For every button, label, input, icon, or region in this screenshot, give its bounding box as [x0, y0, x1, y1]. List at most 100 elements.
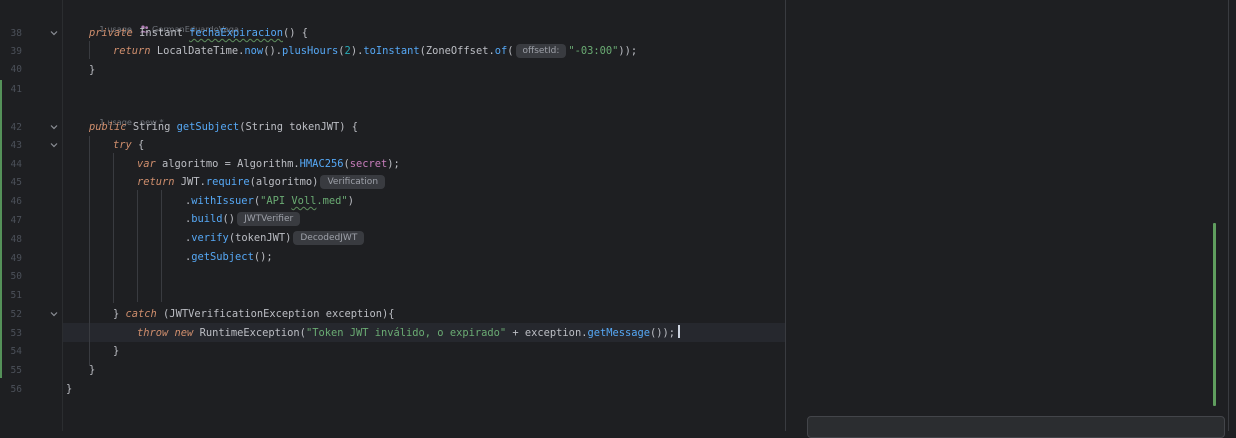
indent-guide	[137, 190, 138, 302]
editor-divider	[1228, 0, 1229, 431]
keyword: new	[174, 327, 194, 339]
code-text: (	[507, 45, 514, 57]
code-editor[interactable]: 38 39 40 41 42 43 44 45 46 47 48 49 50 5…	[0, 0, 1236, 438]
type-hint: DecodedJWT	[293, 231, 365, 245]
fold-chevron-icon[interactable]	[49, 309, 59, 319]
keyword: private	[89, 27, 133, 39]
line-number: 46	[10, 196, 22, 207]
popup-panel[interactable]	[807, 416, 1225, 438]
line-number: 48	[10, 234, 22, 245]
code-line-56[interactable]: }	[66, 380, 72, 398]
string-literal: "API	[260, 195, 292, 207]
code-text: + exception.	[506, 327, 588, 339]
code-line-53[interactable]: throw new RuntimeException("Token JWT in…	[137, 324, 681, 342]
code-line-48[interactable]: .verify(tokenJWT) DecodedJWT	[185, 229, 366, 247]
code-line-52[interactable]: } catch (JWTVerificationException except…	[113, 305, 395, 323]
line-number: 39	[10, 46, 22, 57]
scrollbar-change-marker[interactable]	[1213, 223, 1216, 406]
fold-chevron-icon[interactable]	[49, 28, 59, 38]
code-line-39[interactable]: return LocalDateTime.now().plusHours(2).…	[113, 42, 637, 60]
code-line-45[interactable]: return JWT.require(algoritmo) Verificatio…	[137, 173, 387, 191]
line-number: 45	[10, 177, 22, 188]
fold-chevron-icon[interactable]	[49, 140, 59, 150]
code-text: JWT.	[174, 176, 206, 188]
method-name: getSubject	[176, 121, 240, 133]
keyword: return	[137, 176, 175, 188]
keyword: throw	[137, 327, 169, 339]
code-text: (tokenJWT)	[228, 232, 292, 244]
code-text: algoritmo = Algorithm.	[155, 158, 300, 170]
line-number: 49	[10, 253, 22, 264]
keyword: try	[113, 139, 132, 151]
method-call: HMAC256	[299, 158, 344, 170]
keyword: public	[89, 121, 127, 133]
field-reference: secret	[349, 158, 388, 170]
code-line-55[interactable]: }	[89, 361, 95, 379]
code-text: );	[387, 158, 400, 170]
line-number: 50	[10, 271, 22, 282]
code-line-47[interactable]: .build() JWTVerifier	[185, 210, 302, 228]
line-number: 53	[10, 328, 22, 339]
type-hint: JWTVerifier	[237, 212, 301, 226]
type-hint: Verification	[320, 175, 386, 189]
method-name: fechaExpiracion	[189, 27, 283, 39]
code-text: (String tokenJWT) {	[239, 121, 359, 133]
line-number: 55	[10, 365, 22, 376]
code-text: RuntimeException(	[193, 327, 306, 339]
type-name: Instant	[139, 27, 183, 39]
line-number: 56	[10, 384, 22, 395]
string-literal: "-03:00"	[568, 45, 619, 57]
line-number: 41	[10, 84, 22, 95]
code-line-44[interactable]: var algoritmo = Algorithm.HMAC256(secret…	[137, 155, 400, 173]
line-number: 42	[10, 122, 22, 133]
code-text: ()	[222, 213, 236, 225]
fold-chevron-icon[interactable]	[49, 122, 59, 132]
code-line-43[interactable]: try {	[113, 136, 144, 154]
method-call: getMessage	[587, 327, 651, 339]
method-call: plusHours	[281, 45, 339, 57]
line-number: 52	[10, 309, 22, 320]
line-number: 40	[10, 64, 22, 75]
type-name: String	[132, 121, 171, 133]
line-number: 38	[10, 28, 22, 39]
code-line-42[interactable]: public String getSubject(String tokenJWT…	[89, 118, 358, 136]
line-number: 47	[10, 215, 22, 226]
string-literal: .med"	[316, 195, 348, 207]
method-call: now	[244, 45, 264, 57]
code-text: LocalDateTime.	[156, 45, 245, 57]
method-call: getSubject	[191, 251, 254, 263]
code-text: ).	[350, 45, 364, 57]
code-text: )	[347, 195, 354, 207]
code-text: }	[113, 308, 126, 320]
code-line-38[interactable]: private Instant fechaExpiracion() {	[89, 24, 308, 42]
line-number: 54	[10, 346, 22, 357]
code-vision-hint[interactable]: 1 usage new *	[89, 101, 163, 127]
code-text: {	[131, 139, 145, 151]
right-margin-guide	[785, 0, 786, 431]
code-text: (algoritmo)	[249, 176, 319, 188]
code-text: (ZoneOffset.	[419, 45, 495, 57]
code-text: ));	[618, 45, 638, 57]
indent-guide	[161, 190, 162, 302]
code-line-40[interactable]: }	[89, 61, 95, 79]
editor-gutter: 38 39 40 41 42 43 44 45 46 47 48 49 50 5…	[0, 0, 63, 431]
code-vision-hint[interactable]: 1 usage GermanEduardoVega	[89, 8, 239, 34]
text-caret	[678, 325, 681, 338]
line-number: 51	[10, 290, 22, 301]
keyword: var	[137, 158, 156, 170]
code-line-54[interactable]: }	[113, 342, 119, 360]
keyword: catch	[125, 308, 157, 320]
method-call: withIssuer	[191, 195, 254, 207]
method-call: require	[205, 176, 250, 188]
string-literal: "Token JWT inválido, o expirado"	[305, 327, 507, 339]
parameter-hint: offsetId:	[515, 44, 567, 58]
method-call: verify	[191, 232, 229, 244]
method-call: toInstant	[363, 45, 420, 57]
code-text: (JWTVerificationException exception){	[156, 308, 395, 320]
code-line-49[interactable]: .getSubject();	[185, 248, 273, 266]
string-literal: Voll	[291, 195, 317, 207]
line-number: 43	[10, 140, 22, 151]
indent-guide	[89, 136, 90, 366]
keyword: return	[113, 45, 151, 57]
code-line-46[interactable]: .withIssuer("API Voll.med")	[185, 192, 354, 210]
